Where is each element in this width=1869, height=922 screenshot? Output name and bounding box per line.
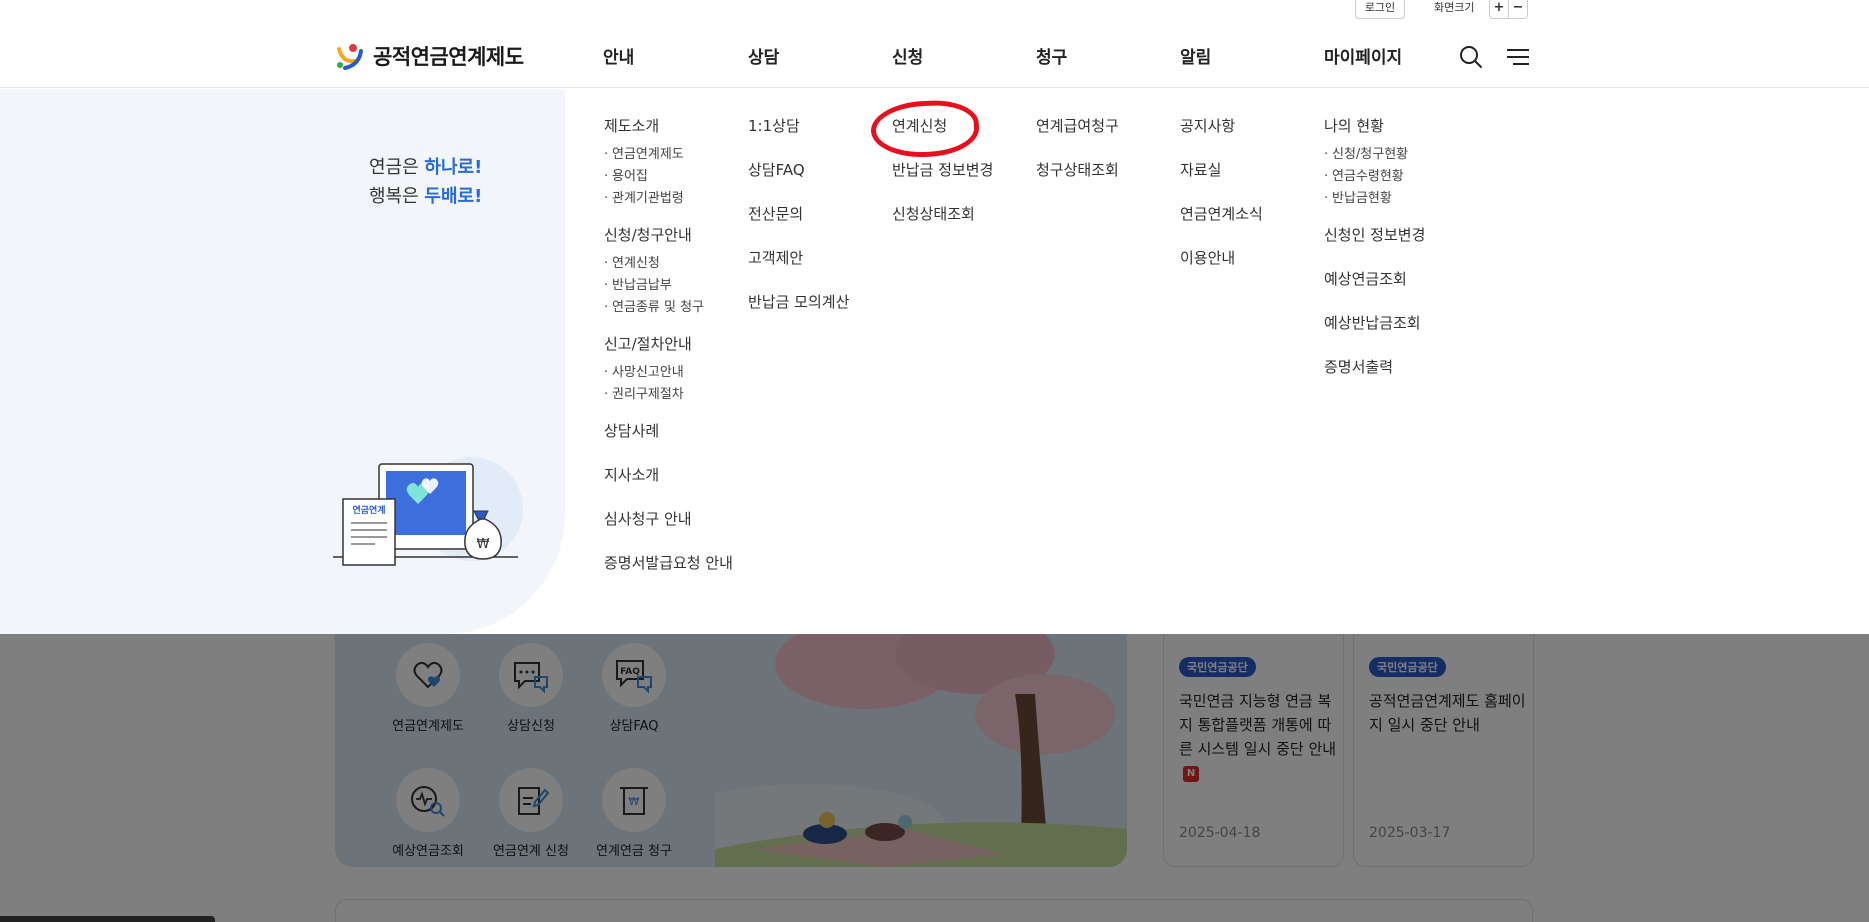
menu-subitem[interactable]: 신청/청구현황: [1324, 144, 1425, 166]
search-icon[interactable]: [1458, 44, 1484, 70]
menu-item-news[interactable]: 연금연계소식: [1180, 204, 1263, 224]
menu-item-usage-guide[interactable]: 이용안내: [1180, 248, 1263, 268]
nav-guide[interactable]: 안내: [603, 43, 634, 68]
menu-item-link-apply[interactable]: 연계신청: [869, 98, 993, 160]
illust-doc-label: 연금연계: [352, 504, 385, 516]
slogan: 연금은 하나로! 행복은 두배로!: [369, 153, 482, 211]
menu-item-report-guide[interactable]: 신고/절차안내: [604, 334, 733, 354]
menu-item-1on1[interactable]: 1:1상담: [748, 116, 849, 136]
menu-item-my-status[interactable]: 나의 현황: [1324, 116, 1425, 136]
menu-col-apply: 연계신청 반납금 정보변경 신청상태조회: [869, 98, 993, 248]
menu-item-review-claim[interactable]: 심사청구 안내: [604, 509, 733, 529]
menu-subitem[interactable]: 사망신고안내: [604, 362, 733, 384]
menu-item-apply-guide[interactable]: 신청/청구안내: [604, 225, 733, 245]
menu-col-claim: 연계급여청구 청구상태조회: [1036, 116, 1119, 204]
menu-item-refund-info-change[interactable]: 반납금 정보변경: [892, 160, 993, 180]
zoom-label: 화면크기: [1434, 1, 1475, 14]
menu-item-expected-refund[interactable]: 예상반납금조회: [1324, 313, 1425, 333]
slogan-text: 행복은: [369, 186, 425, 207]
zoom-out-button[interactable]: −: [1508, 0, 1528, 19]
menu-item-applicant-info[interactable]: 신청인 정보변경: [1324, 225, 1425, 245]
menu-item-benefit-claim[interactable]: 연계급여청구: [1036, 116, 1119, 136]
menu-subitem[interactable]: 연금수령현황: [1324, 166, 1425, 188]
menu-item-system-intro[interactable]: 제도소개: [604, 116, 733, 136]
bottom-left-bar: [0, 916, 215, 922]
menu-col-consult: 1:1상담 상담FAQ 전산문의 고객제안 반납금 모의계산: [748, 116, 849, 336]
menu-item-cases[interactable]: 상담사례: [604, 421, 733, 441]
menu-subitem[interactable]: 반납금납부: [604, 275, 733, 297]
menu-item-expected-pension[interactable]: 예상연금조회: [1324, 269, 1425, 289]
slogan-highlight: 하나로!: [424, 157, 483, 178]
menu-subitem[interactable]: 용어집: [604, 166, 733, 188]
slogan-text: 연금은: [369, 157, 425, 178]
menu-item-claim-status[interactable]: 청구상태조회: [1036, 160, 1119, 180]
login-button[interactable]: 로그인: [1355, 0, 1405, 19]
zoom-in-button[interactable]: +: [1489, 0, 1509, 19]
menu-item-branches[interactable]: 지사소개: [604, 465, 733, 485]
menu-item-certificate-print[interactable]: 증명서출력: [1324, 357, 1425, 377]
menu-col-notice: 공지사항 자료실 연금연계소식 이용안내: [1180, 116, 1263, 292]
menu-col-mypage: 나의 현황 신청/청구현황 연금수령현황 반납금현황 신청인 정보변경 예상연금…: [1324, 116, 1425, 401]
menu-subitem[interactable]: 반납금현황: [1324, 188, 1425, 210]
site-logo[interactable]: 공적연금연계제도: [333, 39, 524, 73]
menu-item-apply-status[interactable]: 신청상태조회: [892, 204, 993, 224]
menu-subitem[interactable]: 연계신청: [604, 253, 733, 275]
menu-icon[interactable]: [1505, 44, 1531, 70]
logo-icon: [337, 44, 363, 70]
nav-mypage[interactable]: 마이페이지: [1324, 43, 1402, 68]
logo-text: 공적연금연계제도: [373, 45, 524, 69]
mega-menu: 연금은 하나로! 행복은 두배로! 연금연계 ₩ 제도소개 연금연계제도 용어집: [0, 89, 1869, 634]
menu-item-archive[interactable]: 자료실: [1180, 160, 1263, 180]
utility-bar: 로그인 화면크기 + −: [0, 0, 1869, 22]
nav-claim[interactable]: 청구: [1036, 43, 1067, 68]
menu-subitem[interactable]: 연금종류 및 청구: [604, 297, 733, 319]
illust-won-symbol: ₩: [477, 537, 490, 552]
menu-subitem[interactable]: 권리구제절차: [604, 384, 733, 406]
nav-consult[interactable]: 상담: [748, 43, 779, 68]
menu-col-guide: 제도소개 연금연계제도 용어집 관계기관법령 신청/청구안내 연계신청 반납금납…: [604, 116, 733, 597]
menu-subitem[interactable]: 관계기관법령: [604, 188, 733, 210]
header: 공적연금연계제도 안내 상담 신청 청구 알림 마이페이지: [0, 22, 1869, 88]
slogan-highlight: 두배로!: [424, 186, 483, 207]
menu-item-notices[interactable]: 공지사항: [1180, 116, 1263, 136]
mega-menu-promo: 연금은 하나로! 행복은 두배로! 연금연계 ₩: [0, 89, 565, 634]
menu-item-it-inquiry[interactable]: 전산문의: [748, 204, 849, 224]
menu-item-suggestion[interactable]: 고객제안: [748, 248, 849, 268]
nav-notice[interactable]: 알림: [1180, 43, 1211, 68]
menu-item-certificate-request[interactable]: 증명서발급요청 안내: [604, 553, 733, 573]
menu-subitem[interactable]: 연금연계제도: [604, 144, 733, 166]
highlight-circle: [869, 98, 981, 160]
dim-overlay[interactable]: [0, 634, 1869, 922]
menu-item-faq[interactable]: 상담FAQ: [748, 160, 849, 180]
menu-item-refund-simulation[interactable]: 반납금 모의계산: [748, 292, 849, 312]
pension-illustration: 연금연계 ₩: [333, 457, 523, 566]
nav-apply[interactable]: 신청: [892, 43, 923, 68]
